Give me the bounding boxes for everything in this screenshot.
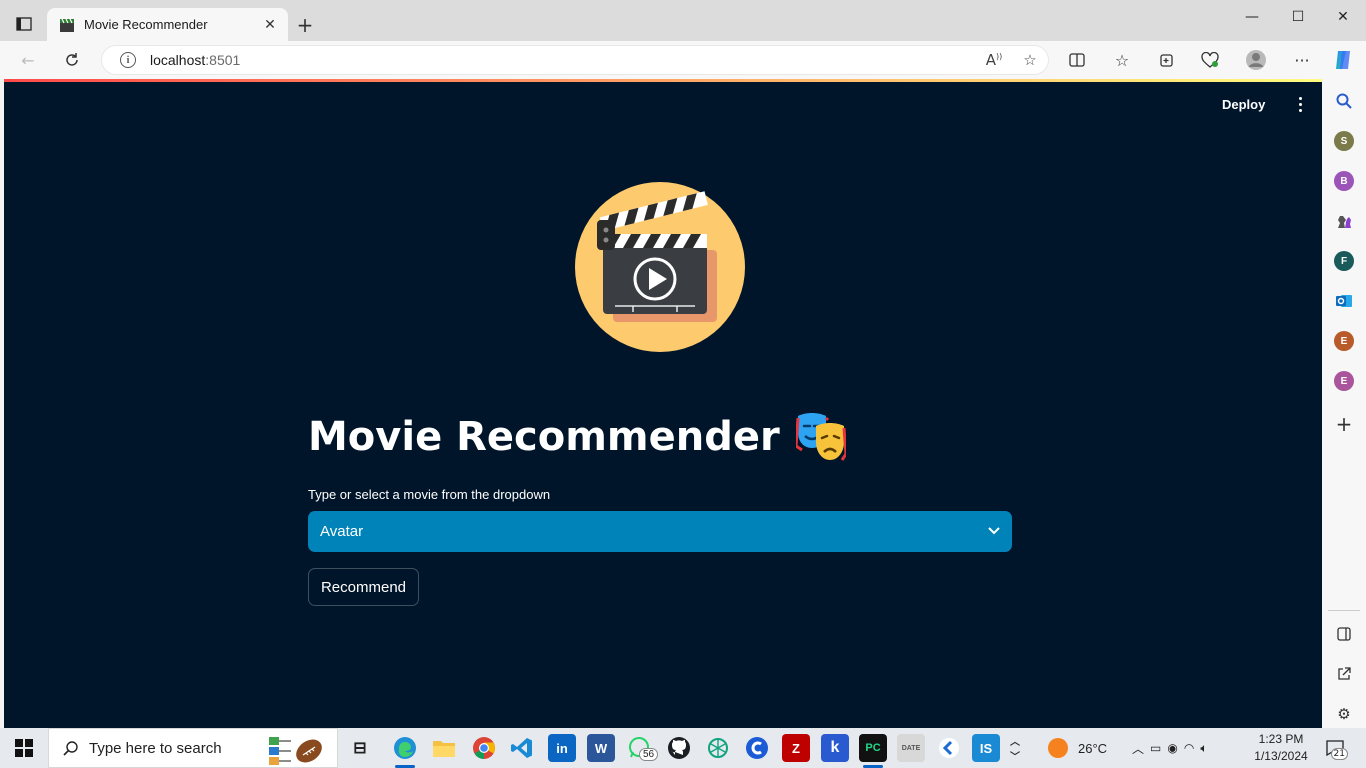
browser-toolbar: ← i localhost:8501 A)) ☆ ☆ ···: [0, 41, 1366, 79]
sun-icon: [1048, 738, 1068, 758]
arrow-app-icon[interactable]: [935, 734, 963, 762]
task-view-icon[interactable]: ⊟: [346, 734, 374, 762]
streamlit-app: Deploy Movie Recommender Type or select …: [4, 79, 1322, 728]
search-icon[interactable]: [1334, 91, 1354, 111]
theater-masks-icon: [795, 413, 846, 461]
profile-avatar-icon[interactable]: [1241, 47, 1271, 73]
wifi-icon[interactable]: ◠: [1184, 741, 1194, 755]
vscode-icon[interactable]: [508, 734, 536, 762]
temperature: 26°C: [1078, 740, 1108, 756]
open-external-icon[interactable]: [1334, 664, 1354, 684]
copilot-icon[interactable]: [1329, 47, 1359, 73]
chrome-icon[interactable]: [470, 734, 498, 762]
taskbar-search[interactable]: Type here to search: [48, 728, 338, 768]
is-app-icon[interactable]: IS: [972, 734, 1000, 762]
browser-title-bar: Movie Recommender ✕ + — ☐ ✕: [0, 0, 1366, 41]
chatgpt-icon[interactable]: [704, 734, 732, 762]
recommend-button[interactable]: Recommend: [308, 568, 419, 606]
clock-date: 1/13/2024: [1254, 749, 1308, 763]
sidebar-settings-gear-icon[interactable]: ⚙: [1334, 704, 1354, 724]
back-icon[interactable]: ←: [13, 47, 43, 73]
notification-center-icon[interactable]: 21: [1322, 736, 1348, 760]
favorites-icon[interactable]: ☆: [1107, 47, 1137, 73]
clapperboard-favicon-icon: [60, 18, 74, 32]
profile-b-icon[interactable]: B: [1334, 171, 1354, 191]
maximize-button[interactable]: ☐: [1275, 6, 1321, 28]
filezilla-icon[interactable]: Z: [782, 734, 810, 762]
browser-tab[interactable]: Movie Recommender ✕: [47, 8, 288, 41]
word-icon[interactable]: W: [587, 734, 615, 762]
pycharm-icon[interactable]: PC: [859, 734, 887, 768]
read-aloud-icon[interactable]: A)): [976, 51, 1012, 69]
chevron-down-icon[interactable]: [988, 524, 1000, 539]
windows-taskbar: Type here to search ⊟ in W 56 Z k PC DAT…: [0, 728, 1366, 768]
profile-e2-icon[interactable]: E: [1334, 371, 1354, 391]
tab-title: Movie Recommender: [84, 17, 208, 32]
clock[interactable]: 1:23 PM 1/13/2024: [1250, 731, 1312, 765]
tab-close-icon[interactable]: ✕: [258, 17, 282, 33]
weather-widget[interactable]: 26°C: [1048, 728, 1107, 768]
selected-movie: Avatar: [320, 523, 364, 540]
search-highlight-football-icon: [269, 737, 322, 765]
deploy-button[interactable]: Deploy: [1222, 93, 1265, 115]
system-tray: ︿ ▭ ◉ ◠ 🔈︎: [1132, 728, 1208, 768]
taskbar-scroll-icon[interactable]: ︿ ﹀: [1006, 734, 1024, 763]
notification-count: 21: [1330, 748, 1348, 760]
ccleaner-icon[interactable]: [743, 734, 771, 762]
whatsapp-icon[interactable]: 56: [626, 734, 659, 762]
clapperboard-logo: [575, 182, 745, 352]
profile-s-icon[interactable]: S: [1334, 131, 1354, 151]
settings-more-icon[interactable]: ···: [1287, 47, 1317, 73]
outlook-icon[interactable]: [1334, 291, 1354, 311]
k-app-icon[interactable]: k: [821, 734, 849, 762]
movie-select-label: Type or select a movie from the dropdown: [308, 487, 551, 502]
meet-now-icon[interactable]: ◉: [1167, 741, 1177, 755]
movie-select-dropdown[interactable]: Avatar: [308, 511, 1012, 552]
refresh-icon[interactable]: [57, 47, 87, 73]
github-icon[interactable]: [665, 734, 693, 762]
app-top-decoration: [4, 79, 1322, 82]
page-title: Movie Recommender: [308, 412, 846, 462]
hide-sidebar-icon[interactable]: [1334, 624, 1354, 644]
search-icon: [63, 741, 78, 756]
search-placeholder: Type here to search: [89, 739, 222, 757]
new-tab-button[interactable]: +: [292, 12, 318, 38]
date-2024-icon[interactable]: DATE: [897, 734, 925, 762]
split-screen-icon[interactable]: [1062, 47, 1092, 73]
clock-time: 1:23 PM: [1258, 732, 1304, 746]
address-bar[interactable]: i localhost:8501 A)) ☆: [101, 45, 1049, 75]
tab-actions-icon[interactable]: [8, 10, 40, 38]
profile-f-icon[interactable]: F: [1334, 251, 1354, 271]
minimize-button[interactable]: —: [1229, 6, 1275, 28]
games-chess-icon[interactable]: [1334, 211, 1354, 231]
volume-icon[interactable]: 🔈︎: [1200, 741, 1207, 756]
sidebar-divider: [1328, 610, 1360, 611]
whatsapp-badge: 56: [639, 748, 659, 761]
browser-essentials-icon[interactable]: [1195, 47, 1225, 73]
add-icon[interactable]: +: [1334, 412, 1354, 436]
windows-start-icon[interactable]: [0, 728, 48, 768]
close-window-button[interactable]: ✕: [1320, 6, 1366, 28]
show-hidden-icons-icon[interactable]: ︿: [1132, 740, 1144, 757]
url-text: localhost:8501: [150, 52, 241, 68]
main-menu-icon[interactable]: [1292, 93, 1308, 115]
site-info-icon[interactable]: i: [120, 52, 136, 68]
profile-e-icon[interactable]: E: [1334, 331, 1354, 351]
collections-icon[interactable]: [1151, 47, 1181, 73]
linkedin-icon[interactable]: in: [548, 734, 576, 762]
edge-sidebar: S B F E E + ⚙: [1322, 79, 1366, 728]
favorite-star-icon[interactable]: ☆: [1012, 51, 1048, 69]
file-explorer-icon[interactable]: [430, 734, 458, 762]
battery-icon[interactable]: ▭: [1150, 741, 1161, 755]
edge-taskbar-icon[interactable]: [391, 734, 419, 768]
